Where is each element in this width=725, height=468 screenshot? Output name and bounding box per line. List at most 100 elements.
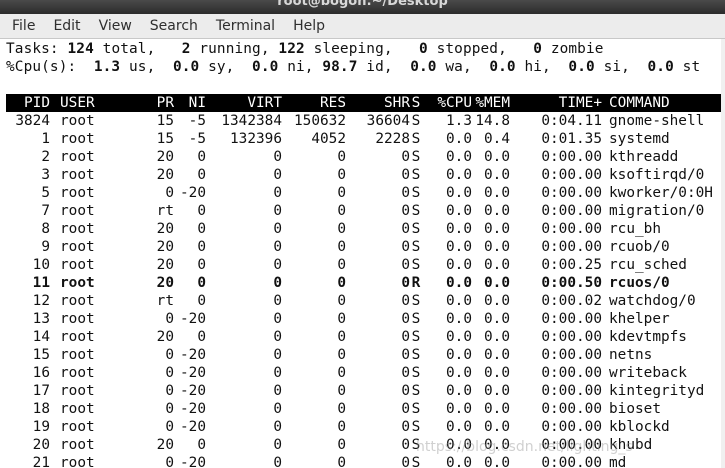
- cell-virt: 0: [273, 239, 282, 255]
- cell-state: S: [411, 131, 421, 147]
- menu-view[interactable]: View: [93, 14, 138, 38]
- table-row: 11 root 20 0 0 0 0 R 0.0 0.0 0:00.50 rcuos/0: [6, 274, 725, 292]
- cell-pid: 5: [41, 185, 50, 201]
- tasks-stopped-label: stopped,: [436, 41, 507, 57]
- menu-file[interactable]: File: [6, 14, 41, 38]
- cpu-id: 98.7: [322, 59, 358, 75]
- cell-pr: 20: [156, 257, 174, 273]
- cell-state: S: [411, 167, 421, 183]
- cell-time: 0:00.00: [541, 185, 602, 201]
- tasks-sleeping: 122: [278, 41, 305, 57]
- cell-pr: 20: [156, 437, 174, 453]
- cell-cpu: 0.0: [446, 365, 472, 381]
- cell-command: bioset: [609, 401, 661, 417]
- cell-pr: 15: [156, 131, 174, 147]
- menu-edit[interactable]: Edit: [47, 14, 86, 38]
- tasks-label: Tasks:: [6, 41, 59, 57]
- cell-pid: 19: [32, 419, 50, 435]
- cell-virt: 0: [273, 185, 282, 201]
- menu-search[interactable]: Search: [144, 14, 204, 38]
- cell-time: 0:00.00: [541, 401, 602, 417]
- cell-pid: 14: [32, 329, 50, 345]
- cell-mem: 0.0: [484, 401, 510, 417]
- table-row: 15 root 0 -20 0 0 0 S 0.0 0.0 0:00.00 netns: [6, 346, 725, 364]
- terminal-output[interactable]: Tasks: 124 total, 2 running, 122 sleepin…: [0, 39, 725, 468]
- menu-terminal[interactable]: Terminal: [210, 14, 281, 38]
- cell-command: kthreadd: [609, 149, 679, 165]
- cell-shr: 0: [401, 419, 410, 435]
- table-row: 7 root rt 0 0 0 0 S 0.0 0.0 0:00.00 migration/0: [6, 202, 725, 220]
- cell-pr: 20: [156, 167, 174, 183]
- cell-state: S: [411, 149, 421, 165]
- cell-command: kintegrityd: [609, 383, 705, 399]
- menu-help[interactable]: Help: [287, 14, 331, 38]
- cell-time: 0:00.02: [541, 293, 602, 309]
- cell-cpu: 0.0: [446, 167, 472, 183]
- cell-pid: 7: [41, 203, 50, 219]
- cell-pid: 3824: [15, 113, 50, 129]
- cell-state: S: [411, 113, 421, 129]
- cell-user: root: [60, 419, 95, 435]
- cell-virt: 0: [273, 257, 282, 273]
- cell-pid: 21: [32, 455, 50, 468]
- cell-command: md: [609, 455, 627, 468]
- cell-pid: 16: [32, 365, 50, 381]
- cell-ni: -20: [180, 383, 206, 399]
- cell-ni: -20: [180, 365, 206, 381]
- cell-shr: 2228: [375, 131, 410, 147]
- cell-cpu: 0.0: [446, 437, 472, 453]
- cpu-us: 1.3: [93, 59, 121, 75]
- cell-state: S: [411, 365, 421, 381]
- cell-pid: 2: [41, 149, 50, 165]
- tasks-zombie-label: zombie: [550, 41, 604, 57]
- cell-res: 0: [337, 167, 346, 183]
- cpu-wa-label: wa,: [445, 59, 472, 75]
- table-row: 8 root 20 0 0 0 0 S 0.0 0.0 0:00.00 rcu_bh: [6, 220, 725, 238]
- cell-ni: -20: [180, 347, 206, 363]
- cell-cpu: 0.0: [446, 203, 472, 219]
- cell-pr: 20: [156, 221, 174, 237]
- cell-res: 0: [337, 221, 346, 237]
- cell-user: root: [60, 311, 95, 327]
- cell-time: 0:00.00: [541, 149, 602, 165]
- tasks-total-label: total,: [102, 41, 156, 57]
- column-header-cpu: %CPU: [437, 95, 472, 111]
- cell-res: 0: [337, 203, 346, 219]
- cell-virt: 0: [273, 329, 282, 345]
- terminal-scrollbar[interactable]: [721, 39, 725, 468]
- cell-mem: 0.0: [484, 419, 510, 435]
- cell-pid: 20: [32, 437, 50, 453]
- cell-shr: 0: [401, 401, 410, 417]
- cell-mem: 0.0: [484, 257, 510, 273]
- cell-mem: 0.0: [484, 365, 510, 381]
- cell-mem: 0.0: [484, 167, 510, 183]
- cell-time: 0:00.00: [541, 329, 602, 345]
- window-titlebar[interactable]: root@bogon:~/Desktop: [0, 0, 725, 14]
- cell-pid: 17: [32, 383, 50, 399]
- cell-time: 0:00.00: [541, 203, 602, 219]
- cell-ni: 0: [197, 293, 206, 309]
- cell-user: root: [60, 455, 95, 468]
- cell-shr: 0: [401, 257, 410, 273]
- tasks-total: 124: [67, 41, 94, 57]
- cell-state: S: [411, 257, 421, 273]
- cell-user: root: [60, 239, 95, 255]
- cell-res: 0: [337, 419, 346, 435]
- cell-shr: 0: [401, 221, 410, 237]
- cell-pr: 0: [165, 419, 174, 435]
- table-row: 16 root 0 -20 0 0 0 S 0.0 0.0 0:00.00 writeback: [6, 364, 725, 382]
- cell-pr: 0: [165, 311, 174, 327]
- cell-state: S: [411, 293, 421, 309]
- cell-command: kworker/0:0H: [609, 185, 713, 201]
- cell-pr: 0: [165, 401, 174, 417]
- cpu-si: 0.0: [568, 59, 595, 75]
- table-row: 3824 root 15 -5 1342384 150632 36604 S 1.3 14.8 0:…: [6, 112, 725, 130]
- cell-shr: 0: [401, 203, 410, 219]
- cell-shr: 0: [401, 293, 410, 309]
- cell-virt: 0: [273, 383, 282, 399]
- column-header-pr: PR: [156, 95, 174, 111]
- cell-res: 0: [337, 437, 346, 453]
- cell-command: watchdog/0: [609, 293, 696, 309]
- column-header-pid: PID: [24, 95, 50, 111]
- cell-cpu: 0.0: [446, 149, 472, 165]
